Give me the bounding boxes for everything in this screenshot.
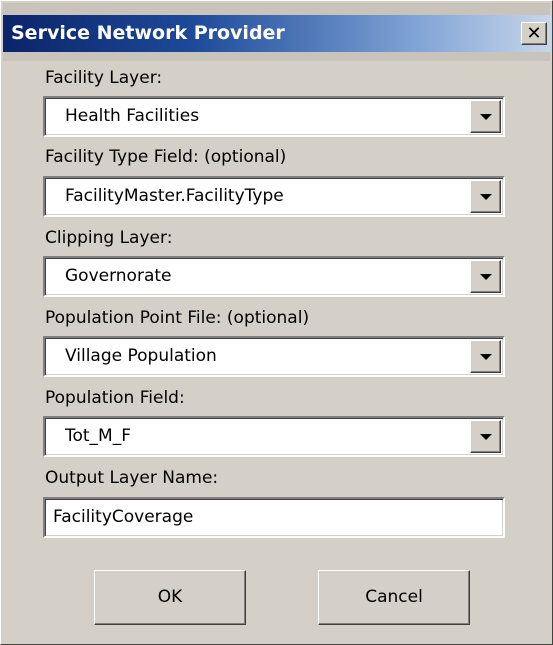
ok-button[interactable]: OK [94, 570, 246, 625]
clipping-layer-value: Governorate [65, 266, 172, 286]
clipping-layer-dropdown-button[interactable] [470, 260, 501, 293]
close-button[interactable]: ✕ [521, 22, 547, 45]
output-layer-name-input[interactable]: FacilityCoverage [43, 497, 505, 538]
population-point-file-label: Population Point File: (optional) [45, 308, 310, 328]
population-field-label: Population Field: [45, 388, 185, 408]
chevron-down-icon [479, 433, 492, 440]
facility-type-field-dropdown-button[interactable] [470, 180, 501, 213]
facility-type-field-dropdown[interactable]: FacilityMaster.FacilityType [43, 176, 505, 217]
close-icon: ✕ [526, 22, 542, 44]
chevron-down-icon [479, 113, 492, 120]
population-point-file-value: Village Population [65, 346, 217, 366]
output-layer-name-value: FacilityCoverage [53, 507, 194, 527]
facility-type-field-value: FacilityMaster.FacilityType [65, 186, 284, 206]
facility-type-field-label: Facility Type Field: (optional) [45, 147, 287, 167]
population-field-value: Tot_M_F [65, 426, 132, 446]
cancel-button[interactable]: Cancel [318, 570, 470, 625]
population-field-dropdown-button[interactable] [470, 420, 501, 453]
title-bar-gradient: Service Network Provider ✕ [3, 15, 551, 52]
facility-layer-label: Facility Layer: [45, 68, 163, 88]
title-bar: Service Network Provider ✕ [3, 3, 551, 61]
output-layer-name-label: Output Layer Name: [45, 468, 219, 488]
chevron-down-icon [479, 353, 492, 360]
clipping-layer-label: Clipping Layer: [45, 228, 173, 248]
chevron-down-icon [479, 193, 492, 200]
facility-layer-value: Health Facilities [65, 106, 200, 126]
population-field-dropdown[interactable]: Tot_M_F [43, 416, 505, 457]
chevron-down-icon [479, 273, 492, 280]
dialog-window: Service Network Provider ✕ Facility Laye… [0, 0, 553, 645]
clipping-layer-dropdown[interactable]: Governorate [43, 256, 505, 297]
window-title: Service Network Provider [11, 22, 285, 44]
facility-layer-dropdown-button[interactable] [470, 100, 501, 133]
population-point-file-dropdown[interactable]: Village Population [43, 336, 505, 377]
population-point-file-dropdown-button[interactable] [470, 340, 501, 373]
facility-layer-dropdown[interactable]: Health Facilities [43, 96, 505, 137]
